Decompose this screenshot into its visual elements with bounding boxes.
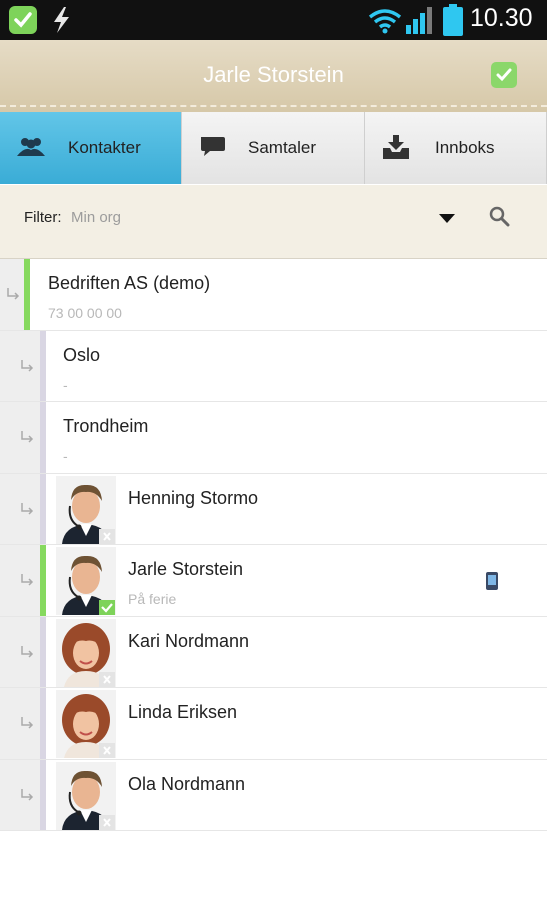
tab-label: Kontakter — [68, 138, 141, 157]
chat-bubble-icon — [201, 137, 225, 156]
list-item[interactable]: Ola Nordmann — [0, 759, 547, 831]
status-bar: 10.30 — [0, 0, 547, 40]
tab-kontakter[interactable]: Kontakter — [0, 112, 182, 184]
level-indicator — [40, 330, 46, 401]
list-item-subtitle: På ferie — [128, 591, 177, 607]
header-divider — [0, 105, 547, 107]
offline-status-icon — [99, 528, 115, 544]
offline-status-icon — [99, 743, 115, 758]
tab-bar: Kontakter Samtaler Innboks — [0, 112, 547, 184]
status-bar-indicator — [24, 259, 30, 330]
list-item-subtitle: - — [63, 448, 68, 464]
list-item-title: Linda Eriksen — [128, 702, 238, 722]
filter-bar: Filter: Min org — [0, 185, 547, 259]
signal-icon — [406, 7, 432, 34]
tab-innboks[interactable]: Innboks — [365, 112, 547, 184]
list-item[interactable]: Bedriften AS (demo) 73 00 00 00 — [0, 259, 547, 331]
list-item-title: Henning Stormo — [128, 487, 259, 508]
level-indicator — [40, 402, 46, 473]
clock: 10.30 — [470, 4, 533, 32]
contacts-icon — [17, 138, 45, 156]
tab-label: Innboks — [435, 138, 495, 157]
level-indicator — [40, 616, 46, 687]
contact-list: Bedriften AS (demo) 73 00 00 00 Oslo - T… — [0, 259, 547, 831]
level-indicator — [40, 759, 46, 830]
tab-label: Samtaler — [248, 138, 317, 157]
indent-arrow-icon — [21, 431, 34, 443]
available-status-icon — [99, 600, 115, 615]
offline-status-icon — [99, 814, 115, 830]
offline-status-icon — [99, 671, 115, 687]
indent-arrow-icon — [7, 288, 20, 300]
list-item[interactable]: Linda Eriksen — [0, 688, 547, 760]
status-bar-indicator — [40, 545, 46, 616]
list-item-title: Jarle Storstein — [128, 559, 244, 579]
search-icon[interactable] — [488, 205, 510, 227]
wifi-icon — [368, 9, 402, 34]
list-item[interactable]: Jarle Storstein På ferie — [0, 545, 547, 617]
page-title: Jarle Storstein — [203, 62, 344, 87]
dropdown-arrow-icon[interactable] — [438, 211, 456, 225]
filter-select[interactable]: Min org — [71, 209, 121, 226]
tab-samtaler[interactable]: Samtaler — [182, 112, 365, 184]
list-item[interactable]: Oslo - — [0, 330, 547, 402]
indent-arrow-icon — [21, 645, 34, 658]
level-indicator — [40, 473, 46, 544]
list-item-title: Ola Nordmann — [128, 773, 246, 794]
indent-arrow-icon — [21, 502, 34, 515]
indent-arrow-icon — [21, 359, 34, 372]
app-header: Jarle Storstein — [0, 40, 547, 112]
indent-arrow-icon — [21, 788, 34, 801]
list-item-subtitle: - — [63, 376, 68, 393]
app-notification-icon — [9, 6, 37, 34]
inbox-icon — [383, 135, 409, 159]
list-item[interactable]: Kari Nordmann — [0, 616, 547, 688]
indent-arrow-icon — [21, 574, 34, 586]
presence-status-icon[interactable] — [491, 62, 517, 88]
level-indicator — [40, 688, 46, 759]
list-item-title: Kari Nordmann — [128, 630, 250, 651]
list-item-title: Trondheim — [63, 416, 149, 436]
list-item[interactable]: Henning Stormo — [0, 473, 547, 545]
battery-icon — [443, 4, 463, 36]
mobile-phone-icon — [486, 572, 498, 590]
filter-label: Filter: — [24, 209, 62, 226]
list-item[interactable]: Trondheim - — [0, 402, 547, 474]
list-item-title: Bedriften AS (demo) — [48, 273, 211, 293]
indent-arrow-icon — [21, 717, 34, 729]
list-item-title: Oslo — [63, 344, 101, 365]
flash-icon — [54, 7, 69, 33]
list-item-subtitle: 73 00 00 00 — [48, 305, 122, 321]
